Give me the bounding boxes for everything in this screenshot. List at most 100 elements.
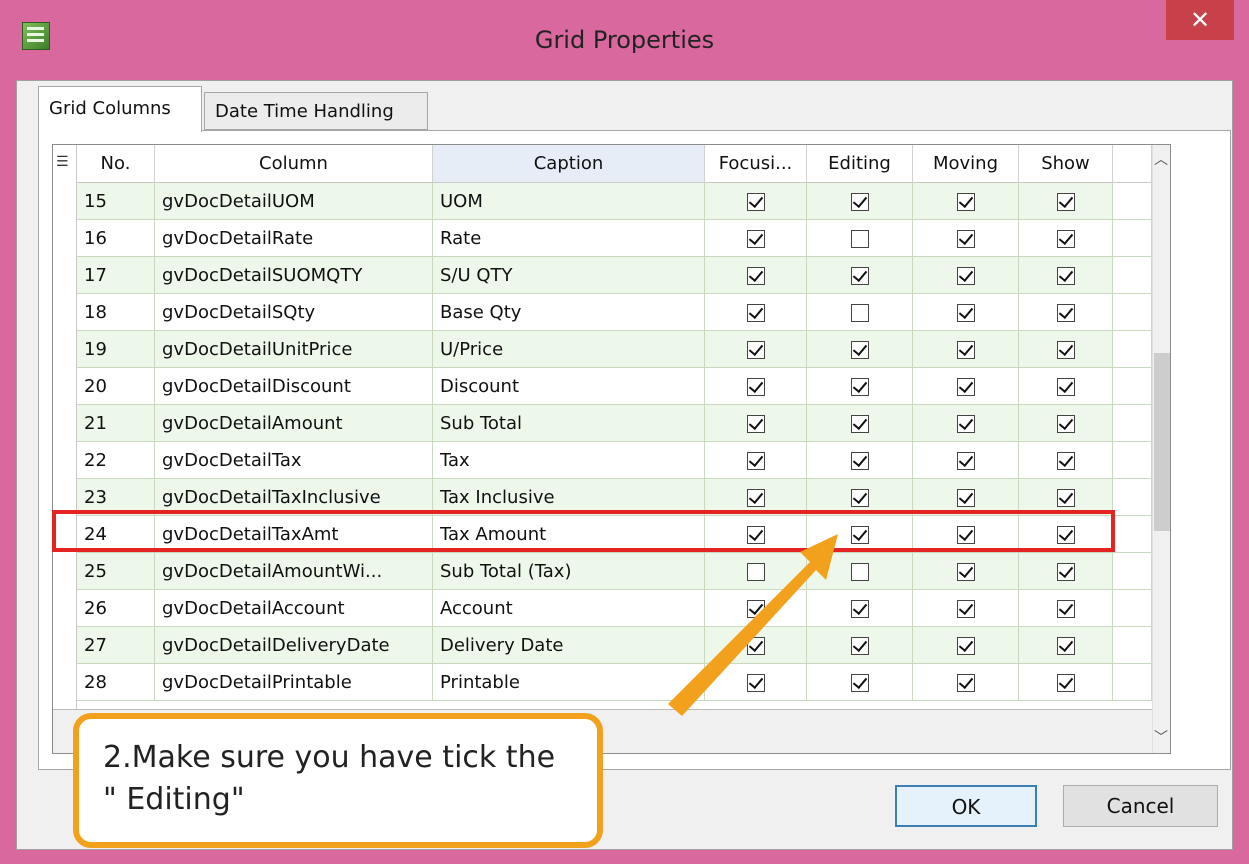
show-checkbox[interactable]	[1056, 526, 1075, 544]
header-focusing[interactable]: Focusi...	[705, 145, 807, 183]
cell-no[interactable]: 24	[77, 516, 155, 553]
cancel-button[interactable]: Cancel	[1063, 785, 1218, 827]
cell-column[interactable]: gvDocDetailAmountWi...	[155, 553, 433, 590]
cell-no[interactable]: 26	[77, 590, 155, 627]
show-checkbox[interactable]	[1056, 230, 1075, 248]
table-row[interactable]: 28 gvDocDetailPrintable Printable	[53, 664, 1170, 701]
editing-checkbox[interactable]	[850, 230, 869, 248]
focusing-checkbox[interactable]	[746, 563, 765, 581]
focusing-checkbox[interactable]	[746, 674, 765, 692]
cell-no[interactable]: 22	[77, 442, 155, 479]
show-checkbox[interactable]	[1056, 193, 1075, 211]
table-row[interactable]: 25 gvDocDetailAmountWi... Sub Total (Tax)	[53, 553, 1170, 590]
header-column[interactable]: Column	[155, 145, 433, 183]
table-row[interactable]: 27 gvDocDetailDeliveryDate Delivery Date	[53, 627, 1170, 664]
cell-caption[interactable]: Sub Total	[433, 405, 705, 442]
table-row[interactable]: 18 gvDocDetailSQty Base Qty	[53, 294, 1170, 331]
moving-checkbox[interactable]	[956, 304, 975, 322]
cell-caption[interactable]: U/Price	[433, 331, 705, 368]
cell-caption[interactable]: Printable	[433, 664, 705, 701]
moving-checkbox[interactable]	[956, 267, 975, 285]
cell-no[interactable]: 18	[77, 294, 155, 331]
cell-caption[interactable]: Tax	[433, 442, 705, 479]
focusing-checkbox[interactable]	[746, 304, 765, 322]
show-checkbox[interactable]	[1056, 452, 1075, 470]
show-checkbox[interactable]	[1056, 489, 1075, 507]
moving-checkbox[interactable]	[956, 563, 975, 581]
column-chooser-icon[interactable]: ☰	[56, 154, 69, 170]
show-checkbox[interactable]	[1056, 674, 1075, 692]
cell-caption[interactable]: Tax Inclusive	[433, 479, 705, 516]
table-row[interactable]: 22 gvDocDetailTax Tax	[53, 442, 1170, 479]
moving-checkbox[interactable]	[956, 378, 975, 396]
editing-checkbox[interactable]	[850, 563, 869, 581]
cell-column[interactable]: gvDocDetailAccount	[155, 590, 433, 627]
cell-caption[interactable]: Discount	[433, 368, 705, 405]
cell-column[interactable]: gvDocDetailTaxAmt	[155, 516, 433, 553]
show-checkbox[interactable]	[1056, 637, 1075, 655]
header-show[interactable]: Show	[1019, 145, 1113, 183]
title-bar[interactable]: Grid Properties ✕	[0, 0, 1249, 80]
focusing-checkbox[interactable]	[746, 600, 765, 618]
close-button[interactable]: ✕	[1166, 0, 1234, 40]
editing-checkbox[interactable]	[850, 341, 869, 359]
table-row[interactable]: 19 gvDocDetailUnitPrice U/Price	[53, 331, 1170, 368]
cell-caption[interactable]: Tax Amount	[433, 516, 705, 553]
cell-column[interactable]: gvDocDetailSQty	[155, 294, 433, 331]
header-caption[interactable]: Caption ▽	[433, 145, 1077, 183]
scrollbar-thumb[interactable]	[1154, 353, 1170, 531]
table-row[interactable]: 15 gvDocDetailUOM UOM	[53, 183, 1170, 220]
cell-no[interactable]: 19	[77, 331, 155, 368]
cell-caption[interactable]: Base Qty	[433, 294, 705, 331]
editing-checkbox[interactable]	[850, 600, 869, 618]
show-checkbox[interactable]	[1056, 341, 1075, 359]
focusing-checkbox[interactable]	[746, 193, 765, 211]
cell-column[interactable]: gvDocDetailUOM	[155, 183, 433, 220]
focusing-checkbox[interactable]	[746, 415, 765, 433]
moving-checkbox[interactable]	[956, 674, 975, 692]
cell-caption[interactable]: UOM	[433, 183, 705, 220]
table-row[interactable]: 23 gvDocDetailTaxInclusive Tax Inclusive	[53, 479, 1170, 516]
cell-caption[interactable]: Rate	[433, 220, 705, 257]
tab-date-time-handling[interactable]: Date Time Handling	[204, 92, 428, 130]
cell-column[interactable]: gvDocDetailTaxInclusive	[155, 479, 433, 516]
show-checkbox[interactable]	[1056, 304, 1075, 322]
focusing-checkbox[interactable]	[746, 452, 765, 470]
show-checkbox[interactable]	[1056, 600, 1075, 618]
table-row[interactable]: 16 gvDocDetailRate Rate	[53, 220, 1170, 257]
editing-checkbox[interactable]	[850, 489, 869, 507]
cell-no[interactable]: 17	[77, 257, 155, 294]
editing-checkbox[interactable]	[850, 304, 869, 322]
table-row[interactable]: 20 gvDocDetailDiscount Discount	[53, 368, 1170, 405]
cell-column[interactable]: gvDocDetailDiscount	[155, 368, 433, 405]
cell-column[interactable]: gvDocDetailRate	[155, 220, 433, 257]
cell-no[interactable]: 23	[77, 479, 155, 516]
editing-checkbox[interactable]	[850, 637, 869, 655]
cell-no[interactable]: 15	[77, 183, 155, 220]
moving-checkbox[interactable]	[956, 526, 975, 544]
cell-caption[interactable]: Delivery Date	[433, 627, 705, 664]
table-row[interactable]: 21 gvDocDetailAmount Sub Total	[53, 405, 1170, 442]
editing-checkbox[interactable]	[850, 452, 869, 470]
moving-checkbox[interactable]	[956, 415, 975, 433]
editing-checkbox[interactable]	[850, 267, 869, 285]
cell-caption[interactable]: Sub Total (Tax)	[433, 553, 705, 590]
show-checkbox[interactable]	[1056, 378, 1075, 396]
header-editing[interactable]: Editing	[807, 145, 913, 183]
editing-checkbox[interactable]	[850, 674, 869, 692]
cell-no[interactable]: 25	[77, 553, 155, 590]
cell-no[interactable]: 28	[77, 664, 155, 701]
cell-no[interactable]: 20	[77, 368, 155, 405]
cell-no[interactable]: 21	[77, 405, 155, 442]
focusing-checkbox[interactable]	[746, 230, 765, 248]
cell-no[interactable]: 16	[77, 220, 155, 257]
scroll-down-arrow-icon[interactable]: ﹀	[1151, 727, 1170, 747]
focusing-checkbox[interactable]	[746, 267, 765, 285]
moving-checkbox[interactable]	[956, 341, 975, 359]
editing-checkbox[interactable]	[850, 193, 869, 211]
cell-column[interactable]: gvDocDetailDeliveryDate	[155, 627, 433, 664]
editing-checkbox[interactable]	[850, 378, 869, 396]
cell-caption[interactable]: S/U QTY	[433, 257, 705, 294]
editing-checkbox[interactable]	[850, 415, 869, 433]
cell-column[interactable]: gvDocDetailSUOMQTY	[155, 257, 433, 294]
